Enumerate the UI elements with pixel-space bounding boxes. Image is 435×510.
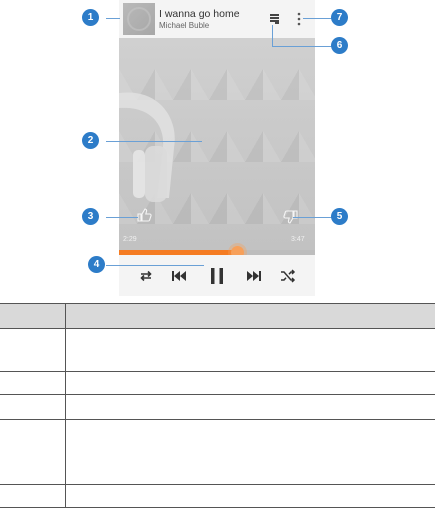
callout-line-1 xyxy=(106,18,120,19)
total-time: 3:47 xyxy=(291,236,305,243)
column-divider xyxy=(65,372,66,394)
column-divider xyxy=(65,485,66,507)
callout-badge-4: 4 xyxy=(88,256,105,273)
previous-track-icon[interactable] xyxy=(171,268,187,284)
table-row xyxy=(0,328,435,372)
song-title: I wanna go home xyxy=(159,8,240,20)
next-track-icon[interactable] xyxy=(246,268,262,284)
callout-badge-3: 3 xyxy=(82,208,99,225)
music-player-screen: I wanna go home Michael Buble 2:29 3:47 xyxy=(119,0,315,296)
table-row xyxy=(0,372,435,395)
playback-controls xyxy=(119,255,315,296)
table-row xyxy=(0,420,435,485)
pause-icon[interactable] xyxy=(208,266,226,286)
callout-line-2 xyxy=(106,141,202,142)
more-options-icon[interactable] xyxy=(297,11,301,27)
callout-line-6a xyxy=(272,25,273,46)
callout-badge-2: 2 xyxy=(82,132,99,149)
callout-line-3 xyxy=(106,217,138,218)
callout-line-6b xyxy=(272,46,332,47)
album-thumbnail[interactable] xyxy=(123,3,155,35)
table-header-row xyxy=(0,303,435,329)
column-divider xyxy=(65,304,66,328)
now-playing-header: I wanna go home Michael Buble xyxy=(119,0,315,38)
callout-line-7 xyxy=(303,18,332,19)
song-artist: Michael Buble xyxy=(159,21,210,30)
callout-line-4 xyxy=(106,265,204,266)
column-divider xyxy=(65,395,66,419)
column-divider xyxy=(65,420,66,484)
queue-icon[interactable] xyxy=(269,13,281,25)
table-row xyxy=(0,395,435,420)
callout-badge-7: 7 xyxy=(331,9,348,26)
callout-line-5 xyxy=(293,217,332,218)
table-row xyxy=(0,485,435,508)
callout-badge-1: 1 xyxy=(82,9,99,26)
elapsed-time: 2:29 xyxy=(123,236,137,243)
shuffle-icon[interactable] xyxy=(280,268,296,284)
repeat-icon[interactable] xyxy=(138,268,154,284)
thumbs-up-icon[interactable] xyxy=(136,207,152,223)
callout-badge-5: 5 xyxy=(331,208,348,225)
callout-badge-6: 6 xyxy=(331,37,348,54)
column-divider xyxy=(65,328,66,371)
